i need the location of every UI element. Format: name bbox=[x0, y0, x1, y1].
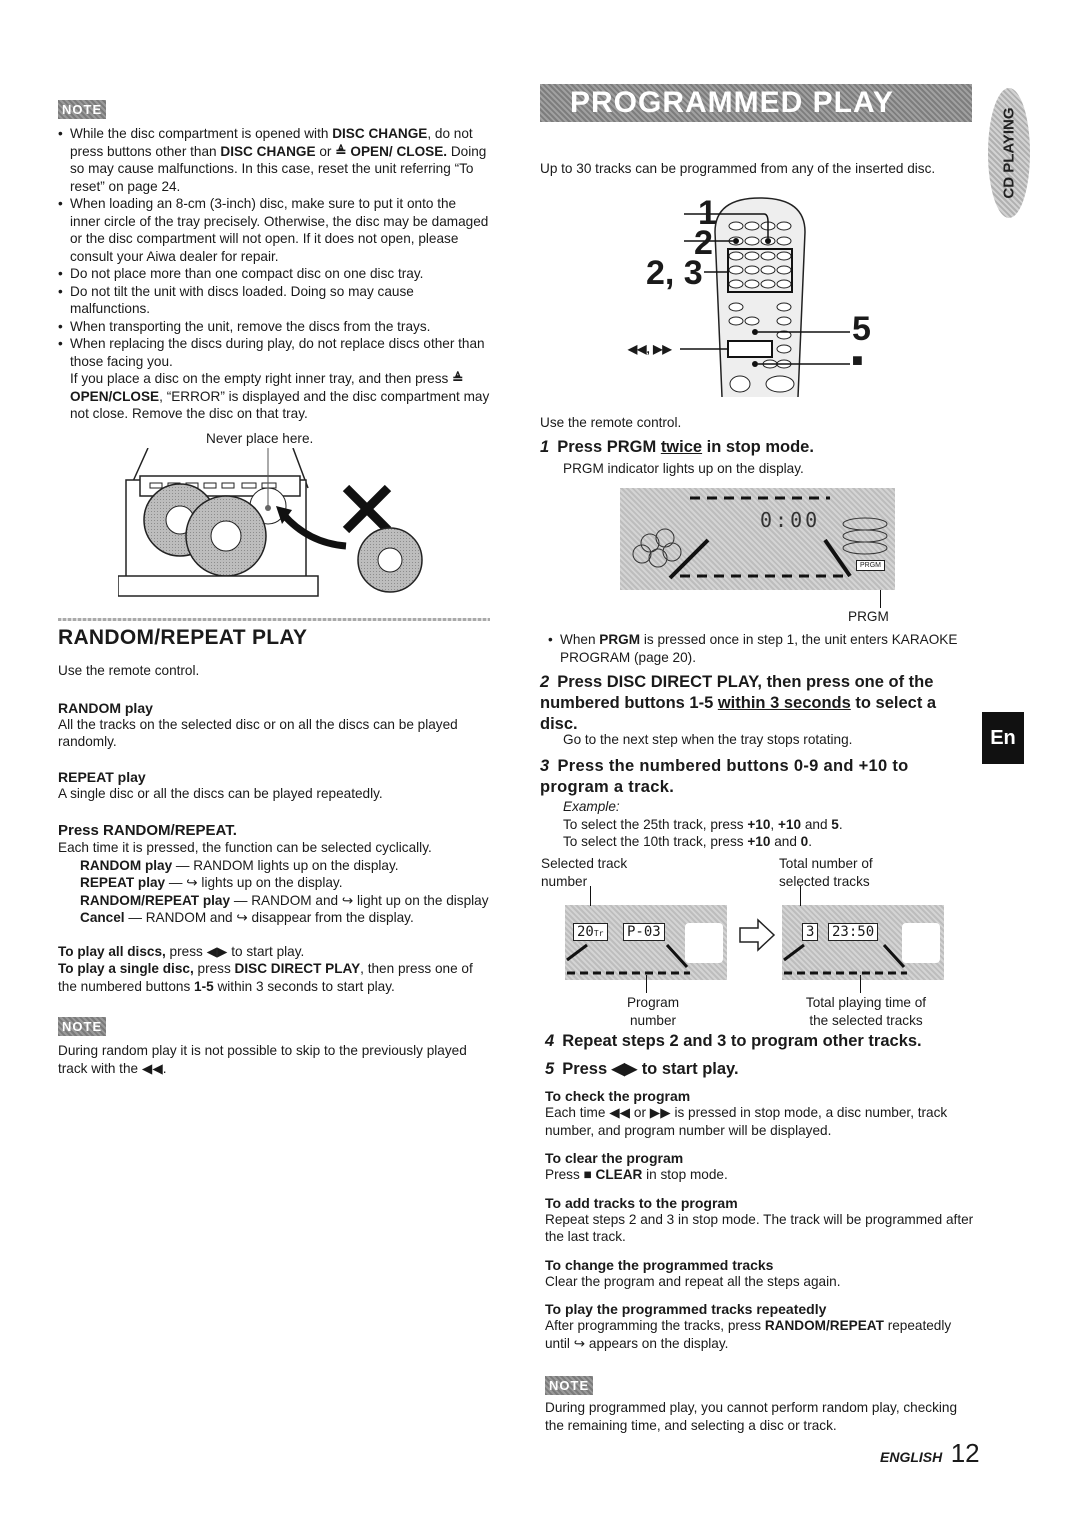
label-total-time: Total playing time of the selected track… bbox=[805, 995, 927, 1028]
intro-text: Up to 30 tracks can be programmed from a… bbox=[540, 161, 936, 176]
note-item: When transporting the unit, remove the d… bbox=[58, 318, 490, 336]
subsection-heading: To check the program bbox=[545, 1088, 691, 1104]
page-number: 12 bbox=[950, 1438, 980, 1468]
use-remote-text: Use the remote control. bbox=[540, 415, 682, 430]
example-line: To select the 10th track, press +10 and … bbox=[563, 834, 812, 849]
mode-list: RANDOM play — RANDOM lights up on the di… bbox=[58, 857, 490, 927]
random-text: All the tracks on the selected disc or o… bbox=[58, 716, 458, 750]
repeat-text: A single disc or all the discs can be pl… bbox=[58, 785, 383, 801]
step-3: 3 Press the numbered buttons 0-9 and +10 … bbox=[540, 757, 909, 796]
callout-2-3: 2, 3 bbox=[646, 254, 703, 292]
footer-language: ENGLISH bbox=[880, 1449, 943, 1465]
subsection-text: Press ■ CLEAR in stop mode. bbox=[545, 1167, 728, 1182]
callout-5: 5 bbox=[852, 310, 871, 348]
note-text: During random play it is not possible to… bbox=[58, 1043, 467, 1076]
remote-illustration: 1 2 2, 3 5 ■ ◀◀, ▶▶ bbox=[600, 192, 900, 412]
subsection-heading: To add tracks to the program bbox=[545, 1194, 738, 1211]
figure-caption: Never place here. bbox=[206, 431, 314, 446]
section-title: RANDOM/REPEAT PLAY bbox=[58, 626, 308, 649]
mode-item: REPEAT play — ↪ lights up on the display… bbox=[80, 875, 343, 890]
play-single-text: To play a single disc, press DISC DIRECT… bbox=[58, 961, 473, 994]
note-extra: If you place a disc on the empty right i… bbox=[70, 371, 490, 421]
lcd-display-total: 3 23:50 bbox=[782, 905, 944, 980]
language-tab: En bbox=[982, 712, 1024, 764]
prgm-callout-label: PRGM bbox=[848, 609, 889, 624]
page-footer: ENGLISH 12 bbox=[880, 1438, 980, 1469]
note-section-top: NOTE While the disc compartment is opene… bbox=[58, 100, 490, 423]
note-badge: NOTE bbox=[58, 100, 107, 119]
step-4: 4 Repeat steps 2 and 3 to program other t… bbox=[545, 1032, 922, 1050]
note-text: During programmed play, you cannot perfo… bbox=[545, 1400, 958, 1433]
section-divider bbox=[58, 618, 490, 621]
note-badge: NOTE bbox=[58, 1017, 107, 1036]
mode-item: Cancel — RANDOM and ↪ disappear from the… bbox=[80, 910, 414, 925]
random-heading: RANDOM play bbox=[58, 699, 153, 716]
subsection-heading: To clear the program bbox=[545, 1150, 684, 1166]
repeat-heading: REPEAT play bbox=[58, 768, 146, 785]
note-item: When loading an 8-cm (3-inch) disc, make… bbox=[58, 195, 490, 265]
subsection-text: Clear the program and repeat all the ste… bbox=[545, 1273, 841, 1289]
step-1-sub: PRGM indicator lights up on the display. bbox=[563, 461, 804, 476]
play-all-text: To play all discs, press ◀▶ to start pla… bbox=[58, 943, 305, 959]
random-repeat-section: RANDOM/REPEAT PLAY Use the remote contro… bbox=[58, 626, 490, 1077]
x-mark-icon bbox=[342, 484, 392, 534]
press-text: Each time it is pressed, the function ca… bbox=[58, 840, 432, 855]
note-item: Do not tilt the unit with discs loaded. … bbox=[58, 283, 490, 318]
label-selected-track: Selected track number bbox=[541, 856, 628, 889]
note-item: While the disc compartment is opened wit… bbox=[58, 125, 490, 195]
label-total-tracks: Total number of selected tracks bbox=[779, 856, 873, 889]
subsection-text: Repeat steps 2 and 3 in stop mode. The t… bbox=[545, 1211, 974, 1245]
press-heading: Press RANDOM/REPEAT. bbox=[58, 822, 237, 839]
example-line: To select the 25th track, press +10, +10… bbox=[563, 816, 843, 832]
example-label: Example: bbox=[563, 799, 620, 814]
disc-tray-illustration bbox=[118, 448, 423, 597]
subsection-text: After programming the tracks, press RAND… bbox=[545, 1318, 952, 1351]
step-1: 1 Press PRGM twice in stop mode. bbox=[540, 438, 814, 456]
mode-item: RANDOM play — RANDOM lights up on the di… bbox=[80, 857, 399, 873]
step-2: 2 Press DISC DIRECT PLAY, then press one … bbox=[540, 673, 937, 733]
mode-item: RANDOM/REPEAT play — RANDOM and ↪ light … bbox=[80, 892, 489, 908]
arrow-right-icon bbox=[739, 918, 776, 952]
cd-playing-label: CD PLAYING bbox=[1000, 107, 1018, 199]
note-badge: NOTE bbox=[545, 1376, 594, 1395]
callout-stop-icon: ■ bbox=[852, 350, 863, 370]
step-5: 5 Press ◀▶ to start play. bbox=[545, 1060, 739, 1078]
step-2-sub: Go to the next step when the tray stops … bbox=[563, 732, 853, 747]
step-3-example: Example: To select the 25th track, press… bbox=[563, 798, 973, 851]
subsection-text: Each time ◀◀ or ▶▶ is pressed in stop mo… bbox=[545, 1105, 948, 1138]
label-program-number: Program number bbox=[626, 995, 680, 1028]
callout-skip-icons: ◀◀, ▶▶ bbox=[628, 342, 672, 356]
subsection-heading: To play the programmed tracks repeatedly bbox=[545, 1301, 827, 1317]
section-banner: PROGRAMMED PLAY bbox=[540, 84, 972, 122]
lcd-display-stop: 0:00 PRGM bbox=[620, 488, 895, 590]
lcd-display-program: 20Tr P-03 bbox=[565, 905, 727, 980]
note-item: Do not place more than one compact disc … bbox=[58, 265, 490, 283]
step-1-note: When PRGM is pressed once in step 1, the… bbox=[548, 631, 984, 666]
intro-text: Use the remote control. bbox=[58, 663, 200, 678]
cd-playing-tab: CD PLAYING bbox=[988, 88, 1030, 218]
subsection-heading: To change the programmed tracks bbox=[545, 1256, 774, 1273]
program-subsections: To check the program Each time ◀◀ or ▶▶ … bbox=[545, 1088, 977, 1434]
note-item: When replacing the discs during play, do… bbox=[58, 335, 490, 370]
